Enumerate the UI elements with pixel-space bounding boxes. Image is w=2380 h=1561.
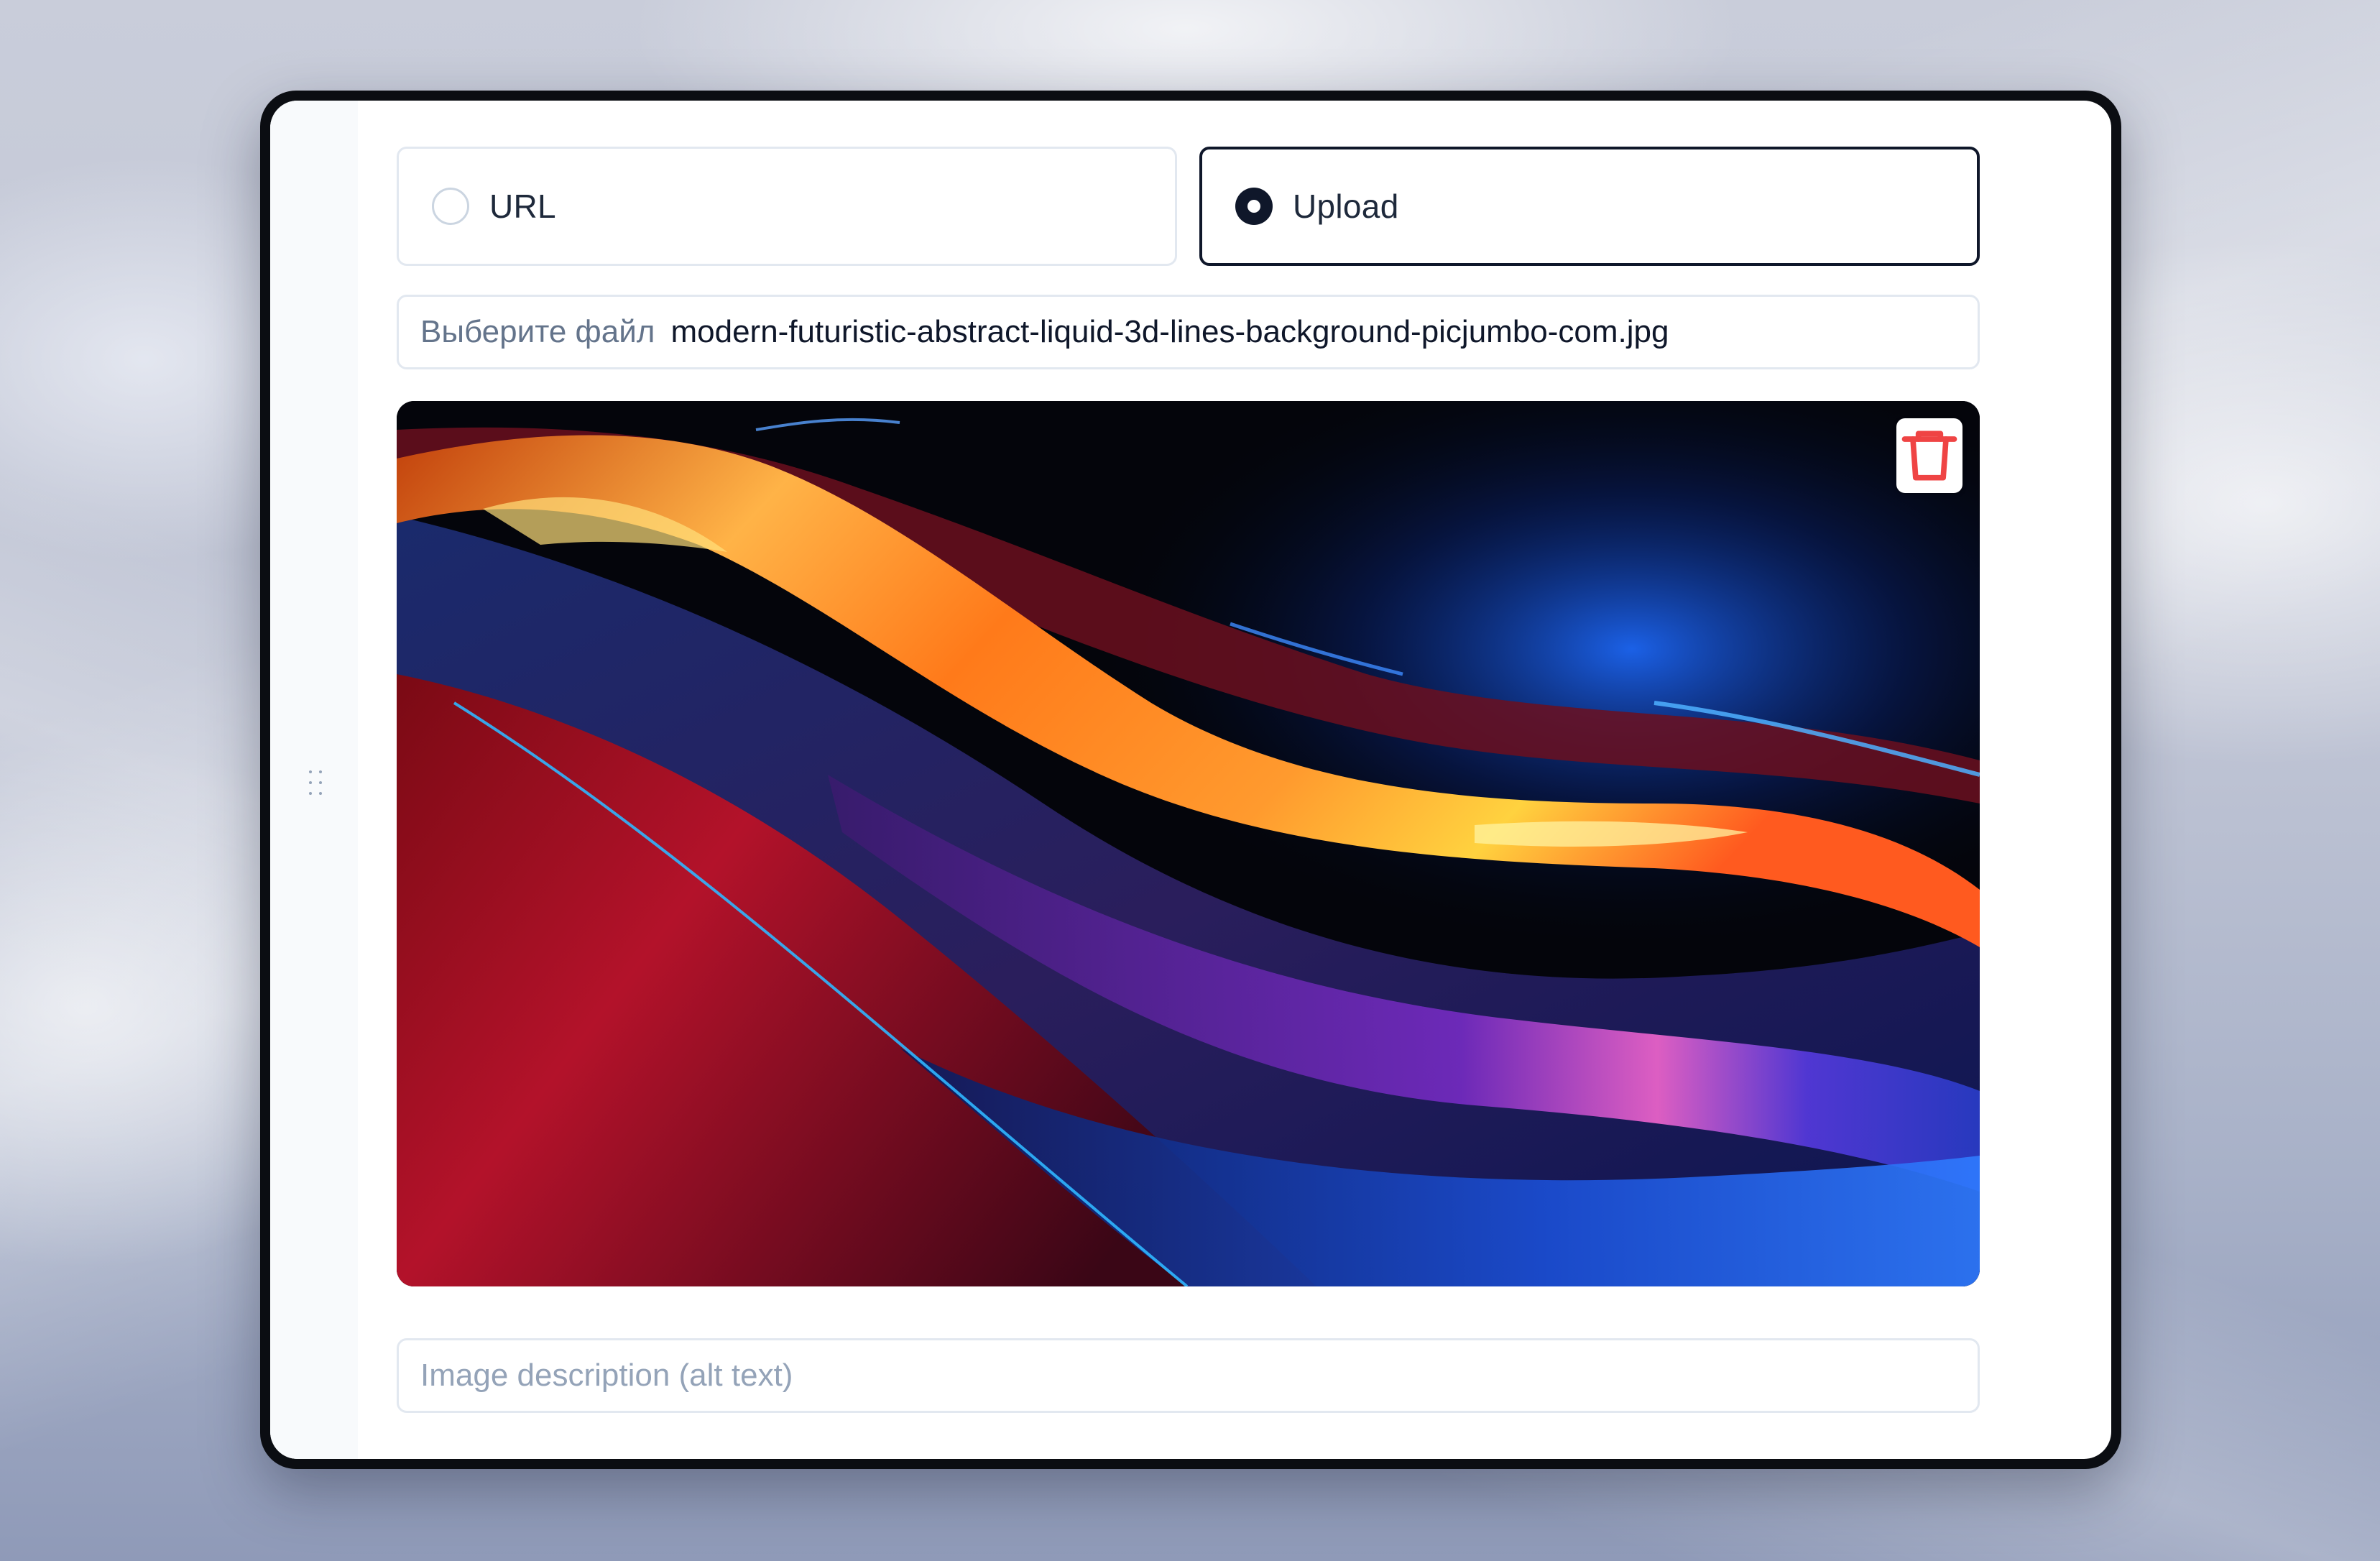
- abstract-waves-image: [397, 401, 1980, 1286]
- selected-file-name: modern-futuristic-abstract-liquid-3d-lin…: [670, 314, 1669, 349]
- source-toggle: URL Upload: [397, 147, 1980, 266]
- device-frame: URL Upload Выберите файл modern-futurist…: [260, 91, 2121, 1469]
- delete-image-button[interactable]: [1896, 418, 1962, 493]
- editor-screen: URL Upload Выберите файл modern-futurist…: [270, 101, 2111, 1459]
- image-preview: [397, 401, 1980, 1286]
- source-option-url[interactable]: URL: [397, 147, 1177, 266]
- choose-file-button[interactable]: Выберите файл: [420, 314, 655, 350]
- drag-handle-icon[interactable]: [309, 770, 323, 796]
- radio-selected-icon[interactable]: [1235, 188, 1273, 225]
- trash-icon: [1901, 430, 1957, 481]
- block-gutter: [270, 101, 358, 1459]
- alt-text-input[interactable]: [397, 1338, 1980, 1413]
- source-option-url-label: URL: [489, 188, 556, 225]
- source-option-upload[interactable]: Upload: [1199, 147, 1980, 266]
- radio-unselected-icon[interactable]: [432, 188, 469, 225]
- file-input[interactable]: Выберите файл modern-futuristic-abstract…: [397, 295, 1980, 369]
- source-option-upload-label: Upload: [1293, 188, 1399, 225]
